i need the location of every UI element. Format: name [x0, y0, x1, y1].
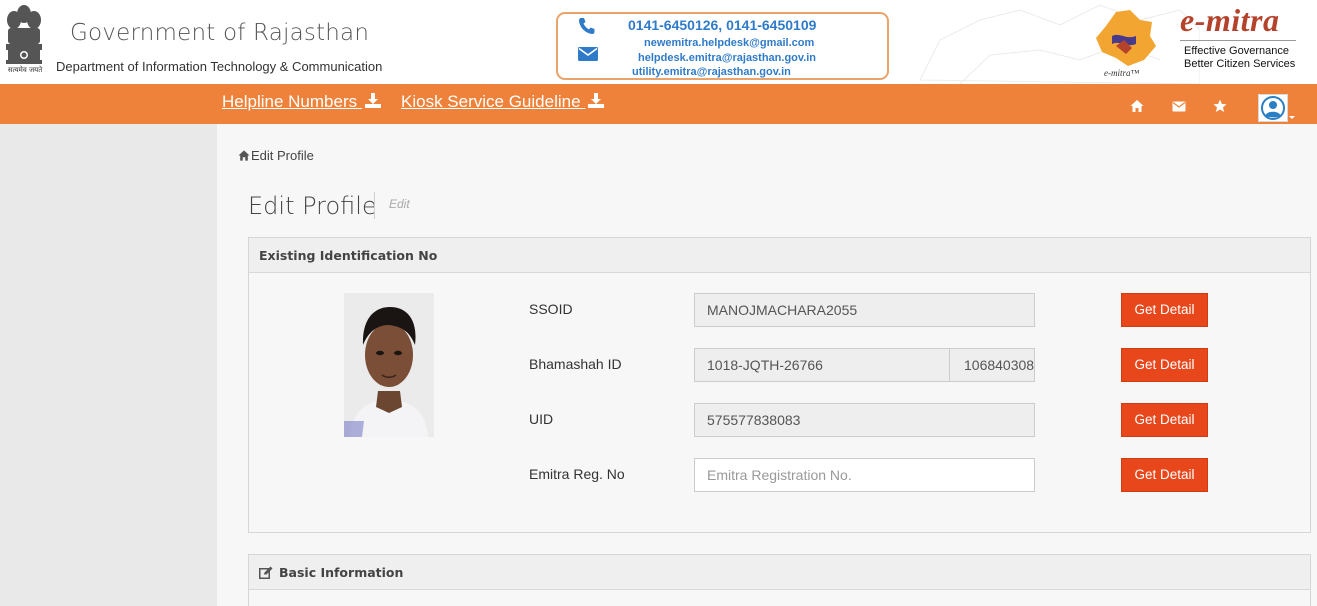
panel-heading-label: Basic Information: [279, 565, 404, 580]
emitra-reg-no-field[interactable]: [694, 458, 1035, 492]
uid-field[interactable]: [694, 403, 1035, 437]
top-header: सत्यमेव जयते Government of Rajasthan Dep…: [0, 0, 1317, 84]
emitra-brand: e-mitra: [1180, 2, 1280, 38]
emitra-logo-caption: e-mitra™: [1104, 68, 1140, 78]
bhamashah-member-id-field[interactable]: [949, 348, 1035, 382]
home-icon[interactable]: [1130, 99, 1144, 113]
ssoid-field[interactable]: [694, 293, 1035, 327]
tagline-citizen-services: Better Citizen Services: [1184, 58, 1296, 70]
helpline-numbers-label: Helpline Numbers: [222, 92, 358, 111]
profile-photo-image: [344, 293, 434, 437]
breadcrumb-label: Edit Profile: [251, 148, 314, 163]
helpdesk-email: helpdesk.emitra@rajasthan.gov.in: [638, 52, 817, 64]
home-icon: [238, 150, 250, 161]
kiosk-service-guideline-link[interactable]: Kiosk Service Guideline: [401, 92, 605, 112]
star-icon[interactable]: [1213, 99, 1227, 113]
helpdesk-contact-box: 0141-6450126, 0141-6450109 newemitra.hel…: [556, 12, 889, 80]
kiosk-service-guideline-label: Kiosk Service Guideline: [401, 92, 581, 111]
ssoid-label: SSOID: [529, 301, 573, 317]
get-detail-bhamashah-button[interactable]: Get Detail: [1121, 348, 1208, 382]
get-detail-ssoid-button[interactable]: Get Detail: [1121, 293, 1208, 327]
user-avatar-button[interactable]: [1258, 94, 1288, 122]
tagline-governance: Effective Governance: [1184, 45, 1289, 57]
sidebar: [0, 124, 217, 606]
government-title: Government of Rajasthan: [70, 20, 370, 46]
panel-heading: Basic Information: [249, 555, 1310, 590]
title-divider: [374, 192, 375, 219]
profile-photo: [344, 293, 434, 437]
uid-label: UID: [529, 411, 554, 427]
bhamashah-id-field[interactable]: [694, 348, 950, 382]
download-icon: [364, 93, 381, 108]
user-avatar-icon: [1261, 96, 1285, 120]
panel-heading: Existing Identification No: [249, 238, 1310, 273]
get-detail-uid-button[interactable]: Get Detail: [1121, 403, 1208, 437]
bhamashah-id-label: Bhamashah ID: [529, 356, 622, 372]
envelope-icon: [578, 47, 598, 61]
chevron-down-icon[interactable]: [1289, 116, 1295, 119]
helpdesk-email: newemitra.helpdesk@gmail.com: [644, 37, 815, 49]
page-title: Edit Profile: [248, 192, 377, 220]
download-icon: [588, 93, 605, 108]
get-detail-emitra-button[interactable]: Get Detail: [1121, 458, 1208, 492]
basic-information-panel: Basic Information: [248, 554, 1311, 606]
helpline-numbers-link[interactable]: Helpline Numbers: [222, 92, 381, 112]
emitra-reg-no-label: Emitra Reg. No: [529, 466, 625, 482]
main-navbar: Helpline Numbers Kiosk Service Guideline: [0, 84, 1317, 124]
page-subtitle: Edit: [389, 197, 410, 211]
phone-icon: [579, 18, 595, 34]
emitra-logo-icon: [1096, 10, 1156, 66]
edit-icon: [259, 566, 273, 579]
brand-divider: [1180, 40, 1296, 41]
emblem-motto: सत्यमेव जयते: [7, 66, 43, 74]
breadcrumb[interactable]: Edit Profile: [238, 148, 314, 163]
helpdesk-email: utility.emitra@rajasthan.gov.in: [632, 66, 791, 78]
envelope-icon[interactable]: [1172, 99, 1186, 113]
department-title: Department of Information Technology & C…: [56, 59, 383, 74]
helpdesk-phone-numbers: 0141-6450126, 0141-6450109: [628, 17, 817, 33]
